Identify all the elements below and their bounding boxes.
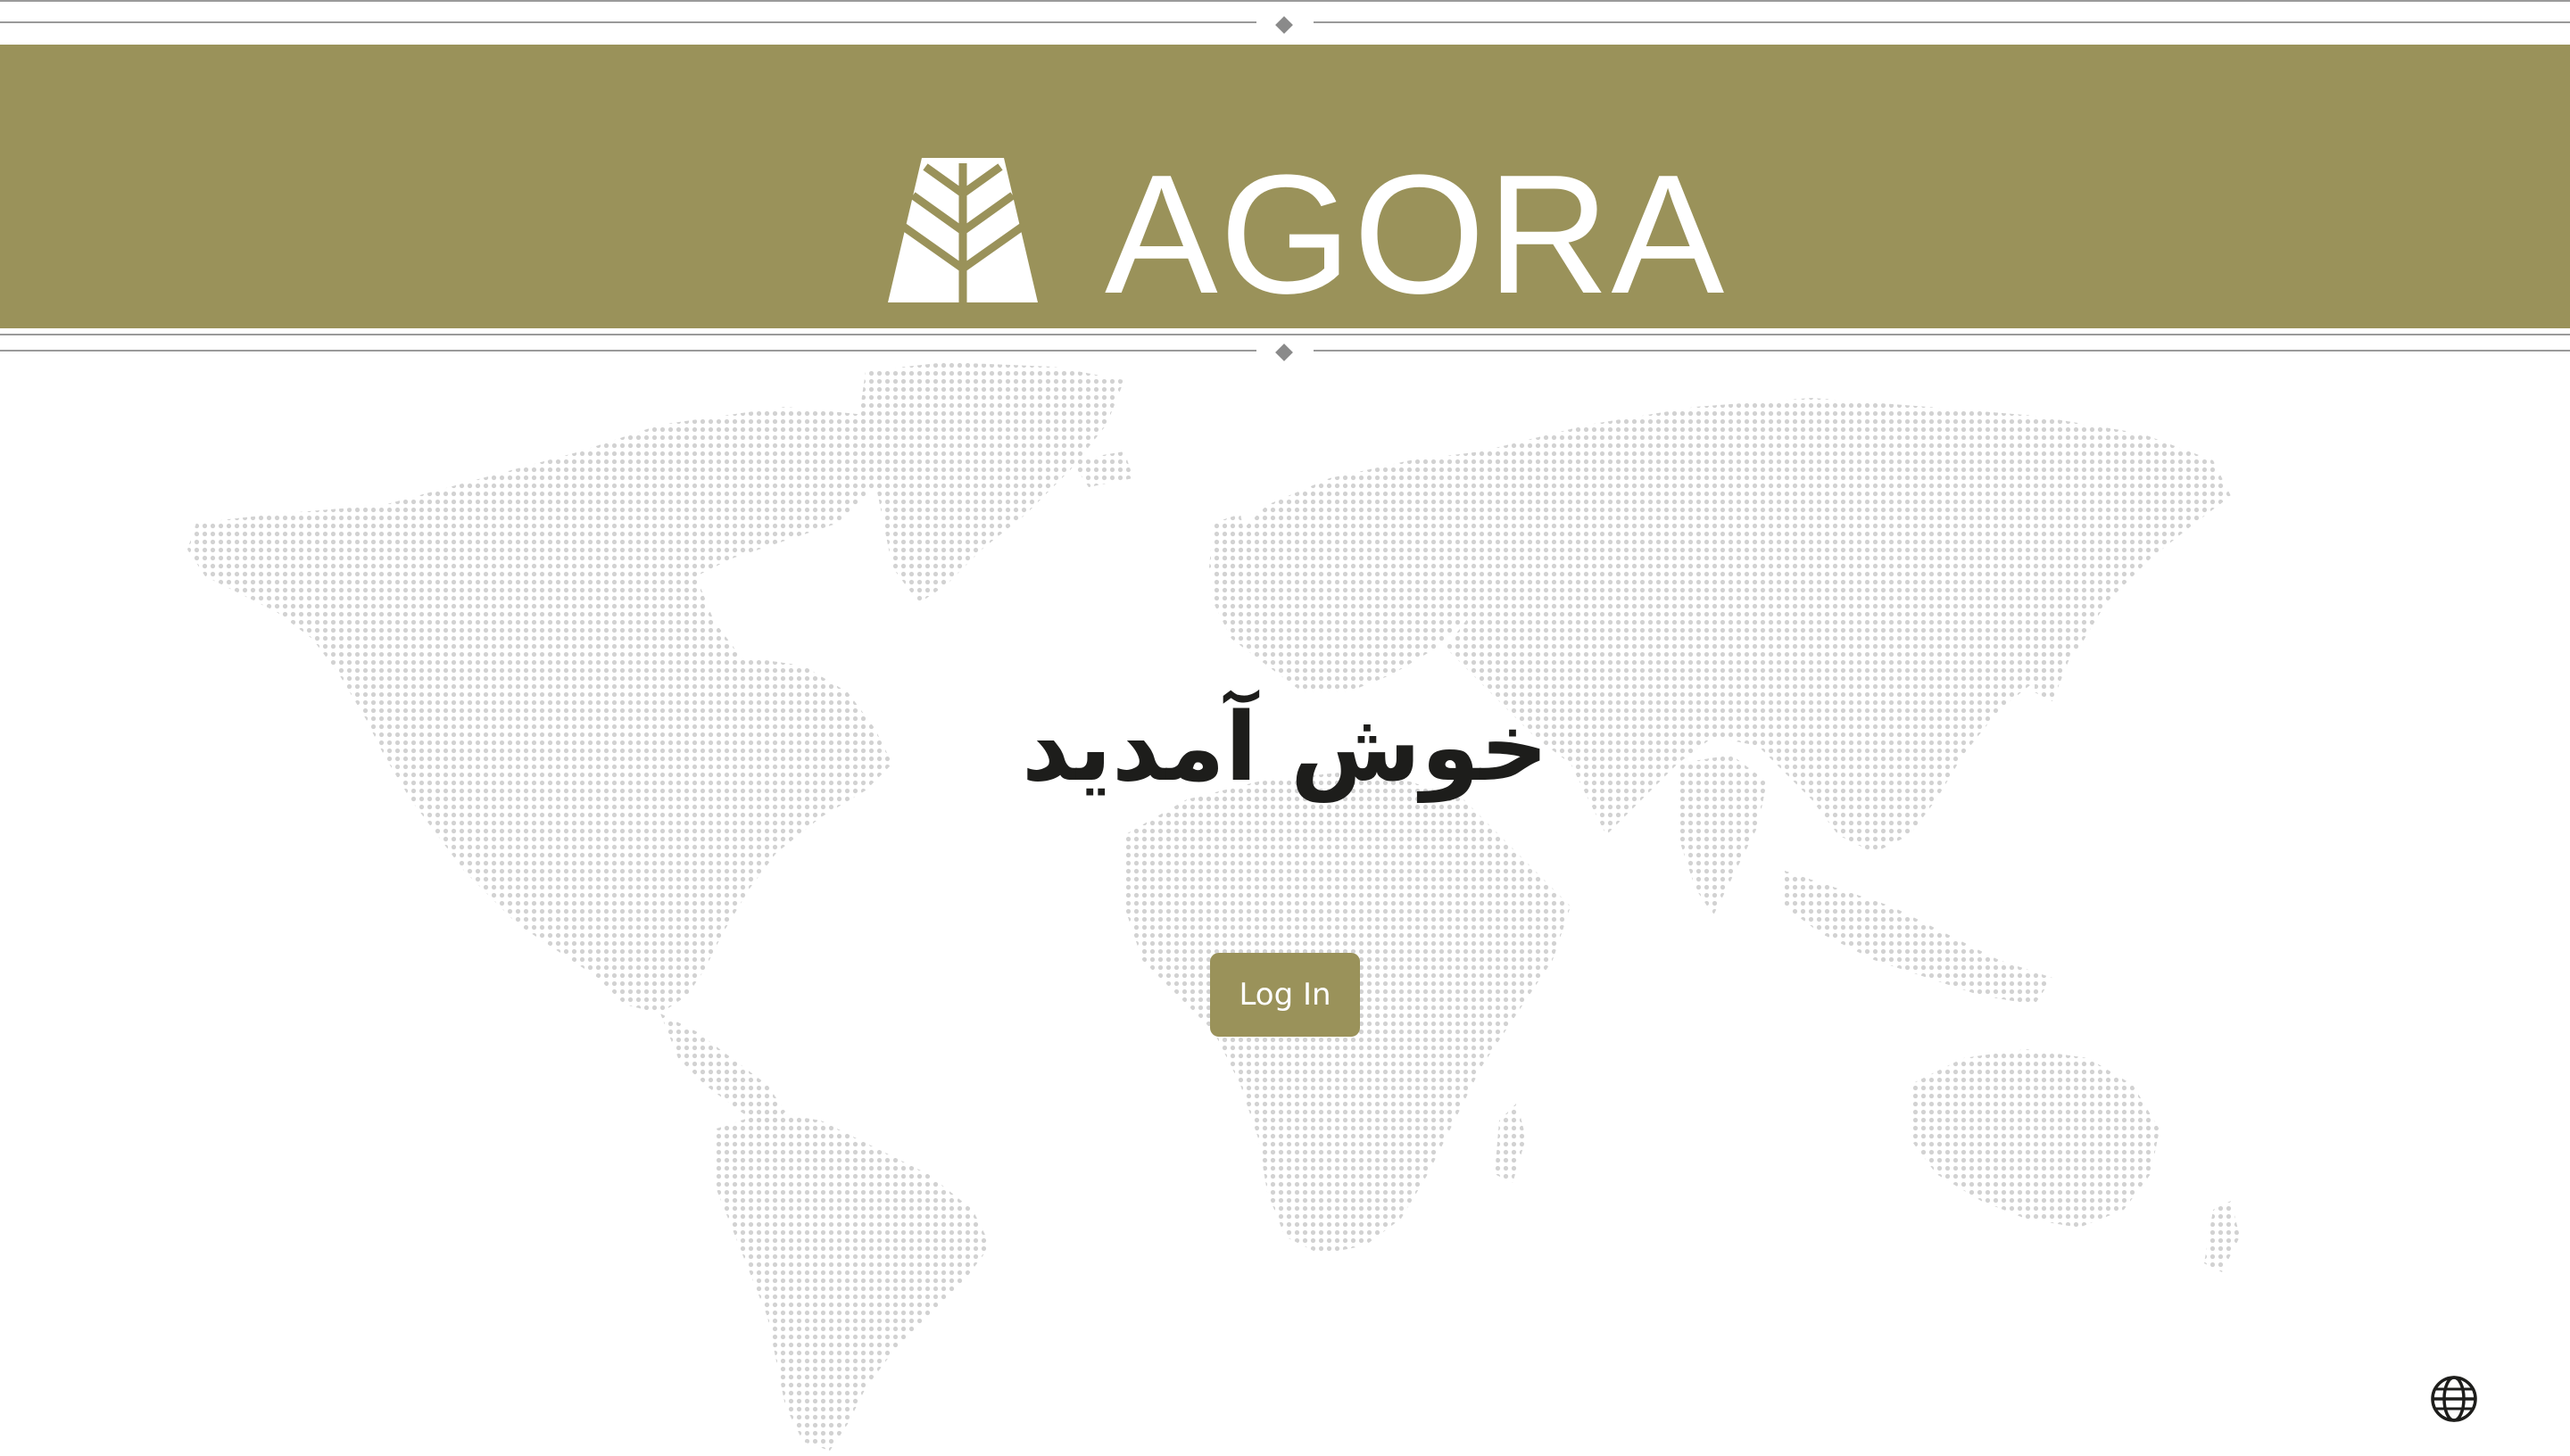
login-button[interactable]: Log In <box>1210 953 1360 1037</box>
agora-logo-icon <box>888 158 1038 302</box>
header-banner: AGORA <box>0 45 2570 328</box>
brand-wordmark: AGORA <box>1105 140 1727 329</box>
welcome-heading: خوش آمدید <box>1021 692 1549 802</box>
top-rule-outer <box>0 0 2570 2</box>
world-map-background <box>187 362 2240 1451</box>
bottom-rule-outer <box>0 334 2570 335</box>
globe-icon[interactable] <box>2429 1374 2479 1424</box>
